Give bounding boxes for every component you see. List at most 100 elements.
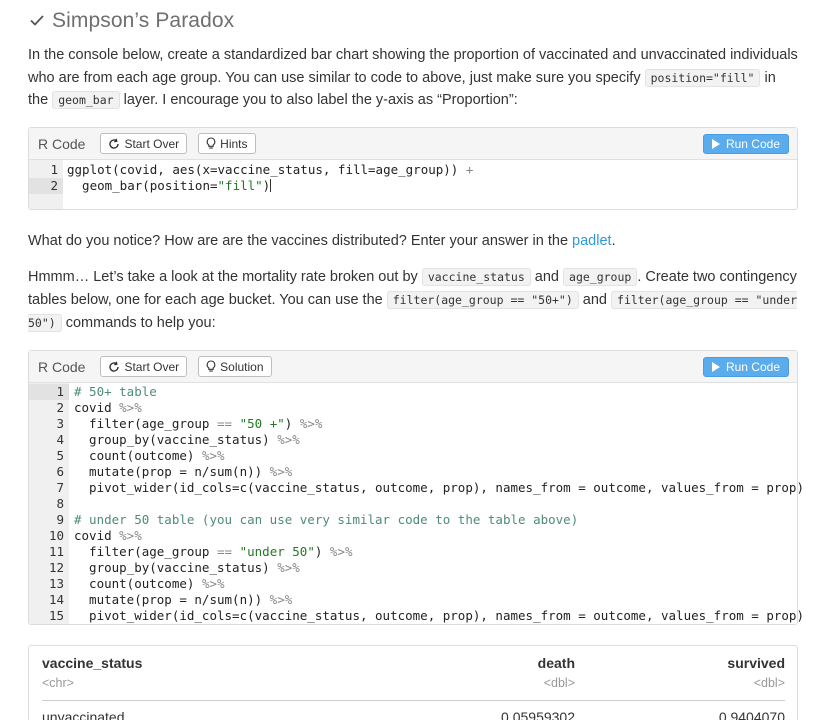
refresh-icon xyxy=(109,138,120,149)
para1-text-3: layer. I encourage you to also label the… xyxy=(119,92,518,108)
padlet-link[interactable]: padlet xyxy=(572,233,612,249)
table-header-row: vaccine_status death survived xyxy=(42,652,785,672)
code-text: mutate(prop = n/sum(n)) %>% xyxy=(74,464,293,479)
start-over-button[interactable]: Start Over xyxy=(100,133,188,154)
section-title-text: Simpson’s Paradox xyxy=(52,9,235,32)
inline-code-position-fill: position="fill" xyxy=(644,68,761,87)
inline-code-vaccine-status: vaccine_status xyxy=(421,268,531,286)
line-number: 2 xyxy=(56,400,64,415)
line-number: 10 xyxy=(48,528,64,543)
hints-button[interactable]: Hints xyxy=(198,133,256,154)
lightbulb-icon xyxy=(206,137,216,149)
code-text: pivot_wider(id_cols=c(vaccine_status, ou… xyxy=(74,608,804,623)
start-over-button[interactable]: Start Over xyxy=(100,356,188,377)
para3-text-4: and xyxy=(578,292,612,308)
code-editor-2[interactable]: 1 # 50+ table 2 covid %>% 3 filter(age_group… xyxy=(29,383,804,624)
code-line[interactable]: 1 # 50+ table xyxy=(29,384,797,400)
text-cursor xyxy=(270,179,272,192)
code-text: ggplot(covid, aes(x=vaccine_status, fill… xyxy=(67,162,474,177)
table-row: unvaccinated 0.05959302 0.9404070 xyxy=(42,701,785,720)
run-code-button[interactable]: Run Code xyxy=(702,357,789,377)
column-header[interactable]: vaccine_status xyxy=(42,652,349,672)
inline-code-filter-50plus: filter(age_group == "50+") xyxy=(386,291,579,309)
code-text: count(outcome) %>% xyxy=(74,576,225,591)
line-number: 4 xyxy=(56,432,64,447)
start-over-label: Start Over xyxy=(124,359,180,374)
code-text: # 50+ table xyxy=(74,384,157,399)
code-line[interactable]: 2 covid %>% xyxy=(29,400,797,416)
code-line[interactable]: 10 covid %>% xyxy=(29,528,797,544)
column-type: <dbl> xyxy=(348,672,575,701)
line-number: 5 xyxy=(56,448,64,463)
code-text: group_by(vaccine_status) %>% xyxy=(74,560,300,575)
section-title: Simpson’s Paradox xyxy=(28,8,234,34)
para3-text-5: commands to help you: xyxy=(61,315,216,331)
column-type: <chr> xyxy=(42,672,349,701)
code-text: filter(age_group == "50 +") %>% xyxy=(74,416,323,431)
line-number: 12 xyxy=(48,560,64,575)
code-text: mutate(prop = n/sum(n)) %>% xyxy=(74,592,293,607)
code-line[interactable]: 2 geom_bar(position="fill") xyxy=(29,178,797,194)
code-line[interactable]: 6 mutate(prop = n/sum(n)) %>% xyxy=(29,464,797,480)
code-line[interactable]: 3 filter(age_group == "50 +") %>% xyxy=(29,416,797,432)
code-text: filter(age_group == "under 50") %>% xyxy=(74,544,353,559)
code-text: covid %>% xyxy=(74,528,142,543)
column-type: <dbl> xyxy=(575,672,785,701)
line-number: 13 xyxy=(48,576,64,591)
line-number: 15 xyxy=(48,608,64,623)
exercise-1-label: R Code xyxy=(38,135,86,152)
exercise-2-label: R Code xyxy=(38,358,86,375)
run-code-label: Run Code xyxy=(725,137,780,151)
code-line[interactable]: 7 pivot_wider(id_cols=c(vaccine_status, … xyxy=(29,480,804,496)
table-cell: 0.05959302 xyxy=(501,709,575,720)
table-cell: 0.9404070 xyxy=(718,709,785,720)
play-icon xyxy=(711,139,720,149)
code-exercise-2: R Code Start Over Solution Run Code 1 # 5… xyxy=(28,350,804,625)
code-line[interactable]: 8 xyxy=(29,496,797,512)
line-number: 2 xyxy=(29,178,63,194)
code-line[interactable]: 14 mutate(prop = n/sum(n)) %>% xyxy=(29,592,797,608)
hints-label: Hints xyxy=(220,136,248,151)
code-line[interactable]: 12 group_by(vaccine_status) %>% xyxy=(29,560,797,576)
code-text: count(outcome) %>% xyxy=(74,448,225,463)
code-text: group_by(vaccine_status) %>% xyxy=(74,432,300,447)
run-code-button[interactable]: Run Code xyxy=(702,134,789,154)
run-code-label: Run Code xyxy=(725,360,780,374)
code-line[interactable]: 15 pivot_wider(id_cols=c(vaccine_status,… xyxy=(29,608,804,624)
line-number: 7 xyxy=(56,480,64,495)
code-line[interactable]: 11 filter(age_group == "under 50") %>% xyxy=(29,544,797,560)
column-header[interactable]: death xyxy=(349,652,575,672)
inline-code-age-group: age_group xyxy=(563,268,638,286)
para2-text-1: What do you notice? How are are the vacc… xyxy=(28,233,573,249)
instructions-paragraph-3: Hmmm… Let’s take a look at the mortality… xyxy=(28,266,798,335)
play-icon xyxy=(711,362,720,372)
line-number: 6 xyxy=(56,464,64,479)
result-table-panel: vaccine_status death survived <chr> <dbl… xyxy=(28,645,798,720)
column-types-row: <chr> <dbl> <dbl> xyxy=(42,672,785,701)
line-number: 8 xyxy=(56,496,64,511)
code-editor-1[interactable]: 1 ggplot(covid, aes(x=vaccine_status, fil… xyxy=(29,160,797,209)
line-number: 11 xyxy=(48,544,64,559)
column-header[interactable]: survived xyxy=(575,652,785,672)
code-line[interactable]: 13 count(outcome) %>% xyxy=(29,576,797,592)
solution-label: Solution xyxy=(220,359,264,374)
refresh-icon xyxy=(109,361,120,372)
para3-text-2: and xyxy=(530,269,564,285)
para2-text-2: . xyxy=(611,233,616,249)
code-line[interactable]: 9 # under 50 table (you can use very simi… xyxy=(29,512,797,528)
code-text: covid %>% xyxy=(74,400,142,415)
code-exercise-1: R Code Start Over Hints Run Code 1 ggplot… xyxy=(28,127,798,210)
para3-text-1: Hmmm… Let’s take a look at the mortality… xyxy=(28,269,422,285)
code-line[interactable]: 4 group_by(vaccine_status) %>% xyxy=(29,432,797,448)
exercise-1-toolbar: R Code Start Over Hints Run Code xyxy=(29,128,797,160)
instructions-paragraph-1: In the console below, create a standardi… xyxy=(28,44,798,112)
line-number: 14 xyxy=(48,592,64,607)
instructions-paragraph-2: What do you notice? How are are the vacc… xyxy=(28,230,798,253)
code-text: pivot_wider(id_cols=c(vaccine_status, ou… xyxy=(74,480,804,495)
start-over-label: Start Over xyxy=(124,136,180,151)
line-number: 9 xyxy=(56,512,64,527)
code-line[interactable]: 1 ggplot(covid, aes(x=vaccine_status, fil… xyxy=(29,162,797,178)
code-line[interactable]: 5 count(outcome) %>% xyxy=(29,448,797,464)
solution-button[interactable]: Solution xyxy=(198,356,272,377)
lightbulb-icon xyxy=(206,360,216,372)
